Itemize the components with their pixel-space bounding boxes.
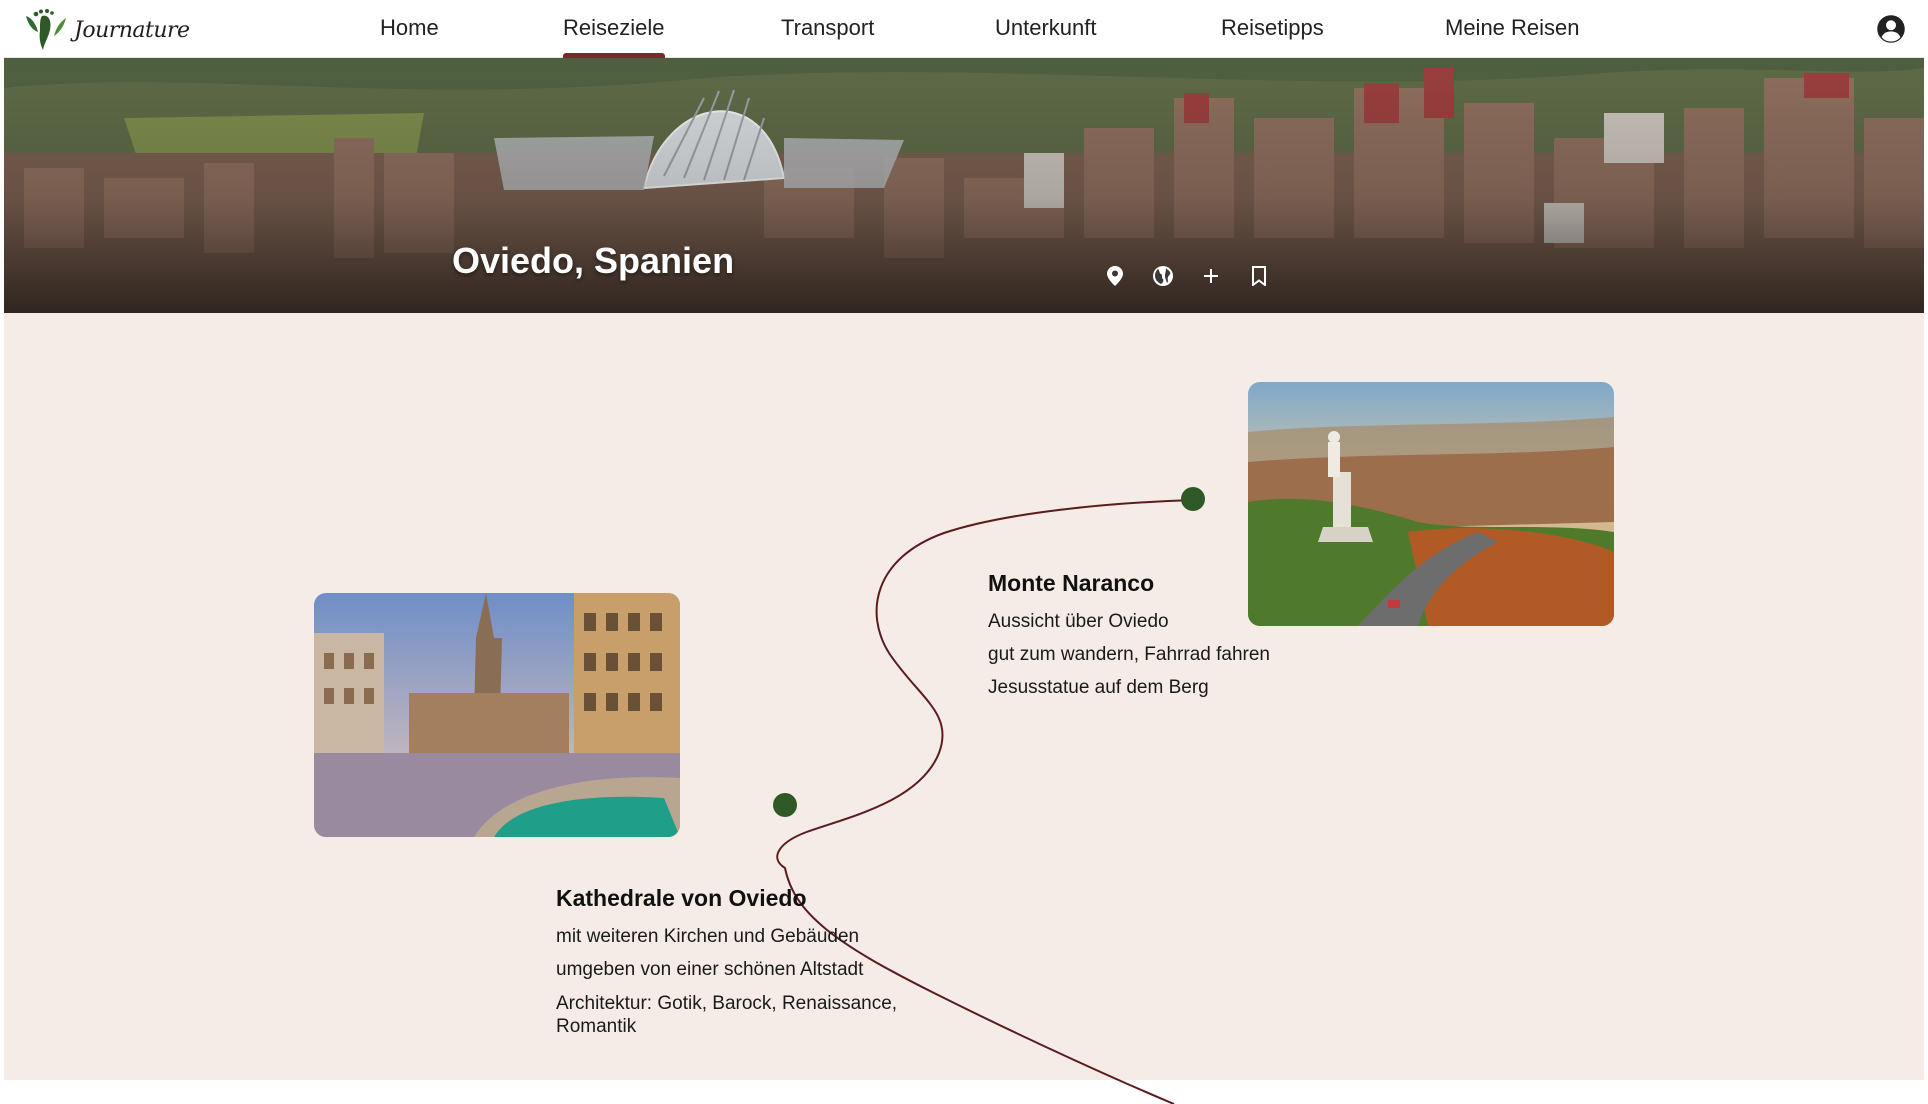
nav-item-home[interactable]: Home <box>380 15 439 58</box>
stop-title: Kathedrale von Oviedo <box>556 885 807 911</box>
stop-description: mit weiteren Kirchen und Gebäuden <box>556 926 860 947</box>
stop-title: Monte Naranco <box>988 570 1155 596</box>
logo[interactable]: Journature <box>22 9 190 50</box>
leaf-footprint-icon <box>26 9 66 50</box>
route-marker[interactable] <box>773 793 797 817</box>
nav-item-reisetipps[interactable]: Reisetipps <box>1221 15 1324 58</box>
nav-item-transport[interactable]: Transport <box>781 15 874 58</box>
globe-icon[interactable] <box>1152 265 1174 287</box>
hero-banner: Oviedo, Spanien <box>4 58 1924 313</box>
stop-monte-naranco: Monte Naranco Aussicht über Oviedo gut z… <box>988 570 1308 704</box>
destination-actions <box>1104 265 1270 287</box>
stop-description: Aussicht über Oviedo <box>988 611 1169 632</box>
kathedrale-photo[interactable] <box>314 593 680 837</box>
stop-description: Architektur: Gotik, Barock, Renaissance,… <box>556 993 898 1037</box>
location-pin-icon[interactable] <box>1104 265 1126 287</box>
destination-title: Oviedo, Spanien <box>452 240 735 281</box>
top-navigation: Journature Home Reiseziele Transport Unt… <box>4 0 1924 58</box>
bookmark-icon[interactable] <box>1248 265 1270 287</box>
logo-text: Journature <box>74 17 190 43</box>
plus-icon[interactable] <box>1200 265 1222 287</box>
nav-item-reiseziele[interactable]: Reiseziele <box>563 15 665 58</box>
city-panorama-image <box>4 58 1924 313</box>
nav-item-meine-reisen[interactable]: Meine Reisen <box>1445 15 1580 58</box>
route-marker[interactable] <box>1181 487 1205 511</box>
stop-description: Jesusstatue auf dem Berg <box>988 677 1209 698</box>
stop-description: gut zum wandern, Fahrrad fahren <box>988 644 1270 665</box>
timeline-section <box>4 313 1924 1080</box>
nav-item-unterkunft[interactable]: Unterkunft <box>995 15 1097 58</box>
stop-description: umgeben von einer schönen Altstadt <box>556 959 864 980</box>
stop-kathedrale-von-oviedo: Kathedrale von Oviedo mit weiteren Kirch… <box>556 885 946 1038</box>
account-circle-icon[interactable] <box>1876 14 1906 44</box>
